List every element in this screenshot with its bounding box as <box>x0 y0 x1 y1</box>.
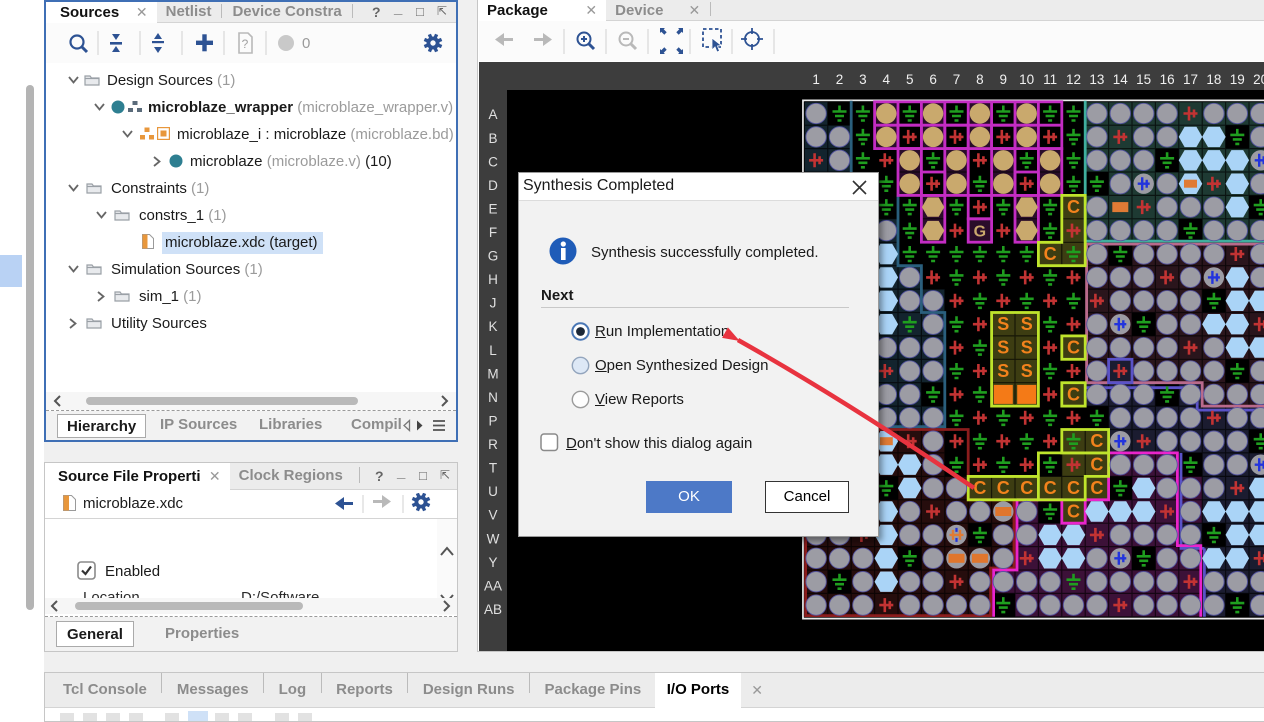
svg-text:C: C <box>1067 478 1080 498</box>
svg-text:AB: AB <box>484 602 502 617</box>
svg-text:C: C <box>488 154 498 169</box>
svg-text:T: T <box>489 461 497 476</box>
svg-text:B: B <box>488 131 497 146</box>
svg-text:A: A <box>488 107 497 122</box>
svg-text:C: C <box>973 478 986 498</box>
svg-text:K: K <box>488 319 497 334</box>
svg-text:9: 9 <box>1000 72 1008 87</box>
svg-text:20: 20 <box>1253 72 1264 87</box>
svg-text:F: F <box>489 225 497 240</box>
svg-text:S: S <box>997 361 1009 381</box>
svg-text:M: M <box>487 366 498 381</box>
svg-text:C: C <box>1020 478 1033 498</box>
svg-text:C: C <box>1044 478 1057 498</box>
svg-text:G: G <box>488 249 499 264</box>
svg-text:13: 13 <box>1089 72 1104 87</box>
svg-text:1: 1 <box>812 72 820 87</box>
svg-text:R: R <box>488 437 498 452</box>
svg-text:4: 4 <box>883 72 891 87</box>
svg-text:18: 18 <box>1206 72 1221 87</box>
svg-text:5: 5 <box>906 72 914 87</box>
svg-text:V: V <box>488 508 497 523</box>
svg-text:7: 7 <box>953 72 961 87</box>
svg-text:19: 19 <box>1230 72 1245 87</box>
svg-text:C: C <box>1067 338 1080 358</box>
svg-text:P: P <box>488 414 497 429</box>
svg-text:N: N <box>488 390 498 405</box>
svg-text:0: 0 <box>302 35 310 52</box>
svg-text:C: C <box>997 478 1010 498</box>
svg-text:8: 8 <box>976 72 984 87</box>
svg-text:C: C <box>1090 431 1103 451</box>
svg-text:C: C <box>1067 384 1080 404</box>
svg-text:E: E <box>488 201 497 216</box>
svg-text:U: U <box>488 484 498 499</box>
svg-text:S: S <box>1021 361 1033 381</box>
svg-text:D: D <box>488 178 498 193</box>
svg-text:C: C <box>1090 478 1103 498</box>
svg-text:S: S <box>997 314 1009 334</box>
svg-text:S: S <box>1021 338 1033 358</box>
svg-text:2: 2 <box>836 72 844 87</box>
svg-text:16: 16 <box>1160 72 1175 87</box>
svg-text:C: C <box>1067 197 1080 217</box>
svg-text:AA: AA <box>484 578 502 593</box>
svg-text:C: C <box>1090 455 1103 475</box>
svg-text:3: 3 <box>859 72 867 87</box>
svg-text:C: C <box>1044 244 1057 264</box>
svg-text:C: C <box>1067 502 1080 522</box>
svg-text:11: 11 <box>1043 72 1057 87</box>
svg-text:6: 6 <box>929 72 937 87</box>
svg-text:15: 15 <box>1136 72 1151 87</box>
svg-text:14: 14 <box>1113 72 1129 87</box>
svg-text:H: H <box>488 272 498 287</box>
svg-text:W: W <box>487 531 500 546</box>
svg-text:J: J <box>490 296 497 311</box>
svg-text:10: 10 <box>1019 72 1034 87</box>
svg-text:S: S <box>997 338 1009 358</box>
svg-text:17: 17 <box>1183 72 1198 87</box>
svg-text:L: L <box>489 343 497 358</box>
svg-text:12: 12 <box>1066 72 1081 87</box>
svg-text:Y: Y <box>488 555 497 570</box>
svg-text:?: ? <box>242 37 249 51</box>
svg-text:G: G <box>974 224 986 241</box>
svg-text:S: S <box>1021 314 1033 334</box>
